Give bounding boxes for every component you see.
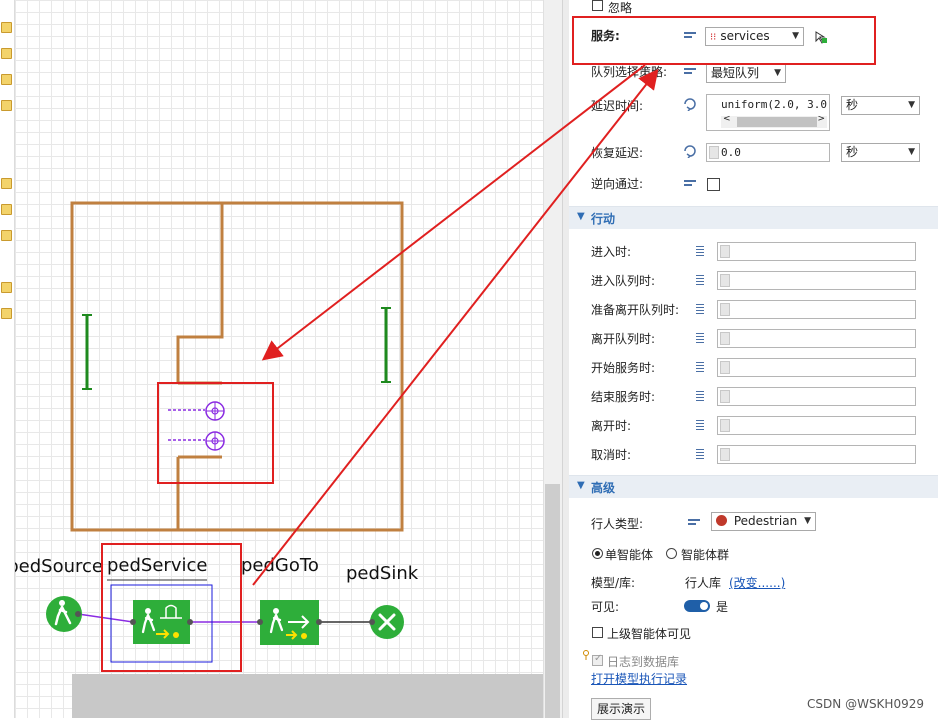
annotation-arrows bbox=[252, 64, 659, 586]
